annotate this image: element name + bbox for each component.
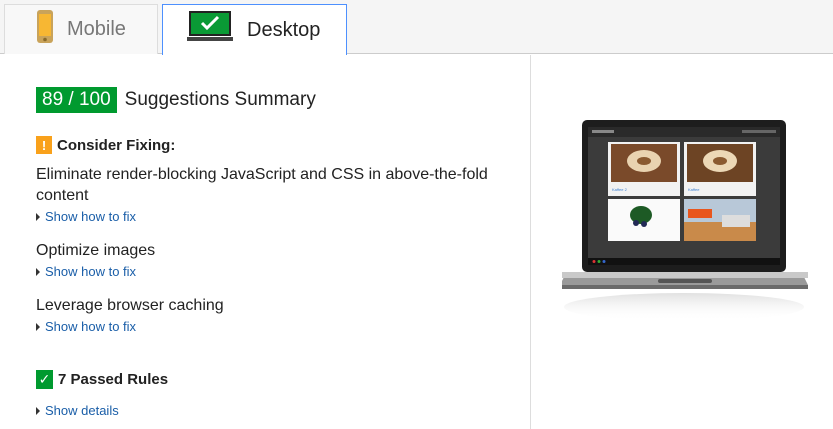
laptop-preview: Kaffee 2 Kaffee [560,117,812,347]
show-how-to-fix-label: Show how to fix [45,264,137,279]
show-details-label: Show details [45,403,119,418]
check-icon: ✓ [36,370,53,389]
show-how-to-fix-label: Show how to fix [45,319,137,334]
caret-right-icon [36,322,40,331]
caret-right-icon [36,406,40,415]
rule-title: Optimize images [36,242,156,259]
tab-mobile[interactable]: Mobile [4,4,158,54]
score-badge: 89 / 100 [36,87,117,113]
rule-title: Leverage browser caching [36,297,224,314]
tab-desktop[interactable]: Desktop [162,4,347,55]
consider-fixing-label: Consider Fixing: [57,136,176,154]
consider-fixing-heading: ! Consider Fixing: [36,136,175,154]
tab-mobile-label: Mobile [67,18,126,40]
show-how-to-fix-link[interactable]: Show how to fix [36,264,506,279]
device-tab-bar: Mobile Desktop [0,0,833,55]
suggestions-panel: 89 / 100 Suggestions Summary ! Consider … [0,55,531,429]
laptop-image: Kaffee 2 Kaffee [560,120,808,321]
tab-desktop-label: Desktop [247,18,321,41]
monitor-check-icon [187,11,233,49]
summary-title: Suggestions Summary [124,89,316,110]
caret-right-icon [36,267,40,276]
passed-rules-label: 7 Passed Rules [58,371,169,388]
caret-right-icon [36,212,40,221]
preview-panel: Kaffee 2 Kaffee [532,55,833,429]
rule-item: Eliminate render-blocking JavaScript and… [36,164,506,224]
rule-title: Eliminate render-blocking JavaScript and… [36,166,488,204]
card-caption: Kaffee [688,187,700,192]
score-row: 89 / 100 Suggestions Summary [36,87,316,113]
rule-item: Leverage browser caching Show how to fix [36,295,506,334]
passed-rules-heading: ✓ 7 Passed Rules [36,370,168,389]
rule-item: Optimize images Show how to fix [36,240,506,279]
card-caption: Kaffee 2 [612,187,628,192]
show-how-to-fix-link[interactable]: Show how to fix [36,209,506,224]
warning-icon: ! [36,136,52,154]
show-details-link[interactable]: Show details [36,403,119,418]
show-how-to-fix-link[interactable]: Show how to fix [36,319,506,334]
show-how-to-fix-label: Show how to fix [45,209,137,224]
phone-icon [37,10,53,49]
